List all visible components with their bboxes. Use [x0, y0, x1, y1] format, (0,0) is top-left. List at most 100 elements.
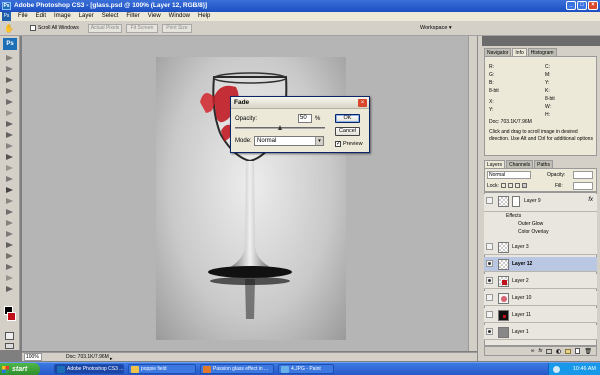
crop-tool-icon[interactable] [5, 98, 14, 106]
adjustment-layer-icon[interactable] [556, 348, 562, 354]
brush-tool-icon[interactable] [5, 131, 14, 139]
effects-label[interactable]: Effects [484, 212, 597, 220]
layer-row-layer-9[interactable]: Layer 9 fx [484, 194, 597, 212]
task-photoshop[interactable]: Adobe Photoshop CS3 ... [54, 364, 124, 374]
slice-tool-icon[interactable] [5, 109, 14, 117]
lasso-tool-icon[interactable] [5, 76, 14, 84]
menu-view[interactable]: View [144, 12, 165, 21]
layer-row-layer-12[interactable]: Layer 12 [484, 257, 597, 272]
gradient-tool-icon[interactable] [5, 175, 14, 183]
layer-row-layer-2[interactable]: Layer 2 [484, 274, 597, 289]
effect-color-overlay[interactable]: Color Overlay [484, 228, 597, 236]
window-title-bar[interactable]: Ps Adobe Photoshop CS3 - [glass.psd @ 10… [0, 0, 600, 12]
panel-dock-header[interactable] [482, 36, 600, 46]
menu-help[interactable]: Help [194, 12, 214, 21]
chevron-down-icon[interactable]: ▾ [315, 137, 323, 145]
tab-channels[interactable]: Channels [506, 160, 534, 168]
add-style-icon[interactable]: fx [538, 348, 542, 354]
layer-row-layer-11[interactable]: Layer 11 [484, 308, 597, 323]
task-poppie-field[interactable]: poppie field [128, 364, 196, 374]
lock-position-icon[interactable] [515, 183, 520, 188]
dodge-tool-icon[interactable] [5, 197, 14, 205]
menu-filter[interactable]: Filter [122, 12, 143, 21]
hand-tool-preset-icon[interactable]: ✋ [4, 24, 14, 33]
menu-edit[interactable]: Edit [32, 12, 50, 21]
actual-pixels-button[interactable]: Actual Pixels [88, 24, 122, 33]
eye-icon[interactable] [486, 197, 493, 204]
marquee-tool-icon[interactable] [5, 65, 14, 73]
zoom-field[interactable]: 100% [24, 353, 42, 361]
eye-icon[interactable] [486, 260, 493, 267]
layer-row-layer-3[interactable]: Layer 3 [484, 240, 597, 255]
path-select-icon[interactable] [5, 230, 14, 238]
effect-outer-glow[interactable]: Outer Glow [484, 220, 597, 228]
move-tool-icon[interactable] [5, 54, 14, 62]
layer-row-layer-10[interactable]: Layer 10 [484, 291, 597, 306]
tab-layers[interactable]: Layers [484, 160, 506, 168]
blend-mode-select[interactable]: Normal [487, 171, 531, 179]
eye-icon[interactable] [486, 294, 493, 301]
lock-image-icon[interactable] [508, 183, 513, 188]
menu-image[interactable]: Image [50, 12, 75, 21]
fade-dialog-close-icon[interactable]: × [358, 99, 367, 107]
link-layers-icon[interactable]: ∞ [531, 348, 535, 354]
shape-tool-icon[interactable] [5, 241, 14, 249]
preview-checkbox[interactable]: ✓ [335, 141, 341, 147]
tab-navigator[interactable]: Navigator [484, 48, 512, 56]
lock-all-icon[interactable] [522, 183, 527, 188]
fit-screen-button[interactable]: Fit Screen [126, 24, 158, 33]
tab-info[interactable]: Info [512, 48, 527, 56]
opacity-input[interactable]: 50 [298, 114, 312, 123]
notes-tool-icon[interactable] [5, 252, 14, 260]
lock-transparency-icon[interactable] [501, 183, 506, 188]
workspace-menu[interactable]: Workspace ▾ [420, 25, 452, 31]
new-layer-icon[interactable] [575, 348, 581, 354]
fill-input[interactable] [573, 182, 593, 190]
vertical-scrollbar[interactable] [468, 36, 477, 351]
print-size-button[interactable]: Print Size [162, 24, 192, 33]
fade-dialog-title[interactable]: Fade [231, 97, 369, 109]
menu-file[interactable]: File [14, 12, 32, 21]
menu-select[interactable]: Select [98, 12, 123, 21]
status-menu-arrow-icon[interactable]: ▸ [110, 355, 116, 362]
task-passion-glass[interactable]: Passion glass effect in ... [200, 364, 274, 374]
healing-brush-icon[interactable] [5, 120, 14, 128]
cancel-button[interactable]: Cancel [335, 127, 360, 136]
clock[interactable]: 10:46 AM [573, 366, 596, 372]
minimize-button[interactable]: _ [566, 1, 576, 10]
eye-icon[interactable] [486, 328, 493, 335]
background-color-swatch[interactable] [7, 312, 16, 321]
clone-stamp-icon[interactable] [5, 142, 14, 150]
close-button[interactable]: × [588, 1, 598, 10]
hand-tool-icon[interactable] [5, 274, 14, 282]
maximize-button[interactable]: □ [577, 1, 587, 10]
screen-mode-icon[interactable] [5, 343, 14, 349]
start-button[interactable]: start [0, 363, 40, 375]
quick-select-tool-icon[interactable] [5, 87, 14, 95]
layer-opacity-input[interactable] [573, 171, 593, 179]
zoom-tool-icon[interactable] [5, 285, 14, 293]
task-paint[interactable]: 4.JPG - Paint [278, 364, 334, 374]
pen-tool-icon[interactable] [5, 208, 14, 216]
eye-icon[interactable] [486, 243, 493, 250]
menu-layer[interactable]: Layer [75, 12, 98, 21]
ok-button[interactable]: OK [335, 114, 360, 123]
add-mask-icon[interactable] [546, 348, 553, 354]
mode-select[interactable]: Normal ▾ [254, 136, 324, 146]
eye-icon[interactable] [486, 311, 493, 318]
eyedropper-icon[interactable] [5, 263, 14, 271]
menu-window[interactable]: Window [165, 12, 194, 21]
tab-histogram[interactable]: Histogram [527, 48, 557, 56]
trash-icon[interactable]: 🗑 [584, 348, 592, 355]
new-group-icon[interactable] [565, 348, 572, 354]
tray-icon[interactable] [553, 366, 560, 373]
type-tool-icon[interactable] [5, 219, 14, 227]
blur-tool-icon[interactable] [5, 186, 14, 194]
eye-icon[interactable] [486, 277, 493, 284]
layer-row-layer-1[interactable]: Layer 1 [484, 325, 597, 340]
tab-paths[interactable]: Paths [534, 160, 553, 168]
ps-menu-icon[interactable]: Ps [2, 12, 11, 21]
history-brush-icon[interactable] [5, 153, 14, 161]
scroll-all-windows-checkbox[interactable] [30, 25, 36, 31]
quick-mask-icon[interactable] [5, 332, 14, 340]
